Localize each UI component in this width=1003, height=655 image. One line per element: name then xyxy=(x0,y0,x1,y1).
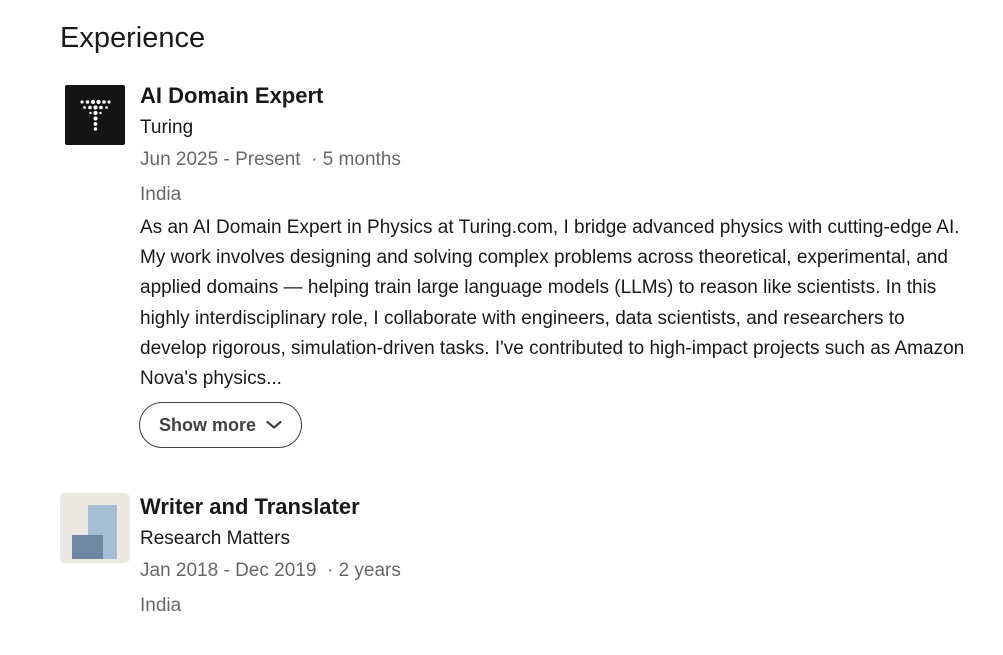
show-more-button[interactable]: Show more xyxy=(139,402,302,448)
company-name: Turing xyxy=(140,117,194,138)
date-range-row: Jun 2025 - Present · 5 months xyxy=(140,148,970,172)
job-description: As an AI Domain Expert in Physics at Tur… xyxy=(140,217,965,390)
experience-details: Writer and Translater Research Matters J… xyxy=(140,493,970,618)
date-range: Jan 2018 - Dec 2019 xyxy=(140,560,317,581)
job-title[interactable]: AI Domain Expert xyxy=(140,82,970,110)
turing-logo-icon[interactable] xyxy=(65,85,125,145)
duration: · 2 years xyxy=(326,560,401,581)
location: India xyxy=(140,595,182,616)
company-placeholder-logo-icon[interactable] xyxy=(60,493,130,563)
section-title: Experience xyxy=(60,22,206,54)
date-range-row: Jan 2018 - Dec 2019 · 2 years xyxy=(140,559,970,583)
chevron-down-icon xyxy=(266,420,282,429)
show-more-label: Show more xyxy=(158,414,256,435)
company-name: Research Matters xyxy=(140,528,290,549)
location: India xyxy=(140,184,182,205)
date-range: Jun 2025 - Present xyxy=(140,149,301,170)
job-title[interactable]: Writer and Translater xyxy=(140,493,970,521)
experience-details: AI Domain Expert Turing Jun 2025 - Prese… xyxy=(140,82,970,394)
duration: · 5 months xyxy=(311,149,401,170)
